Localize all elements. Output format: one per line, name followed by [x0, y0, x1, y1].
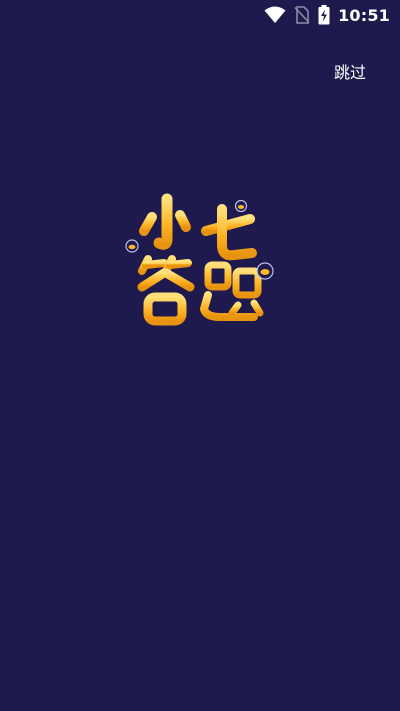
no-sim-icon	[294, 6, 310, 24]
status-icons: 10:51	[264, 4, 390, 26]
status-bar: 10:51	[0, 0, 400, 30]
battery-charging-icon	[318, 5, 330, 25]
skip-button[interactable]: 跳过	[324, 56, 376, 86]
app-logo	[120, 185, 280, 335]
status-time: 10:51	[338, 5, 390, 25]
wifi-icon	[264, 6, 286, 24]
